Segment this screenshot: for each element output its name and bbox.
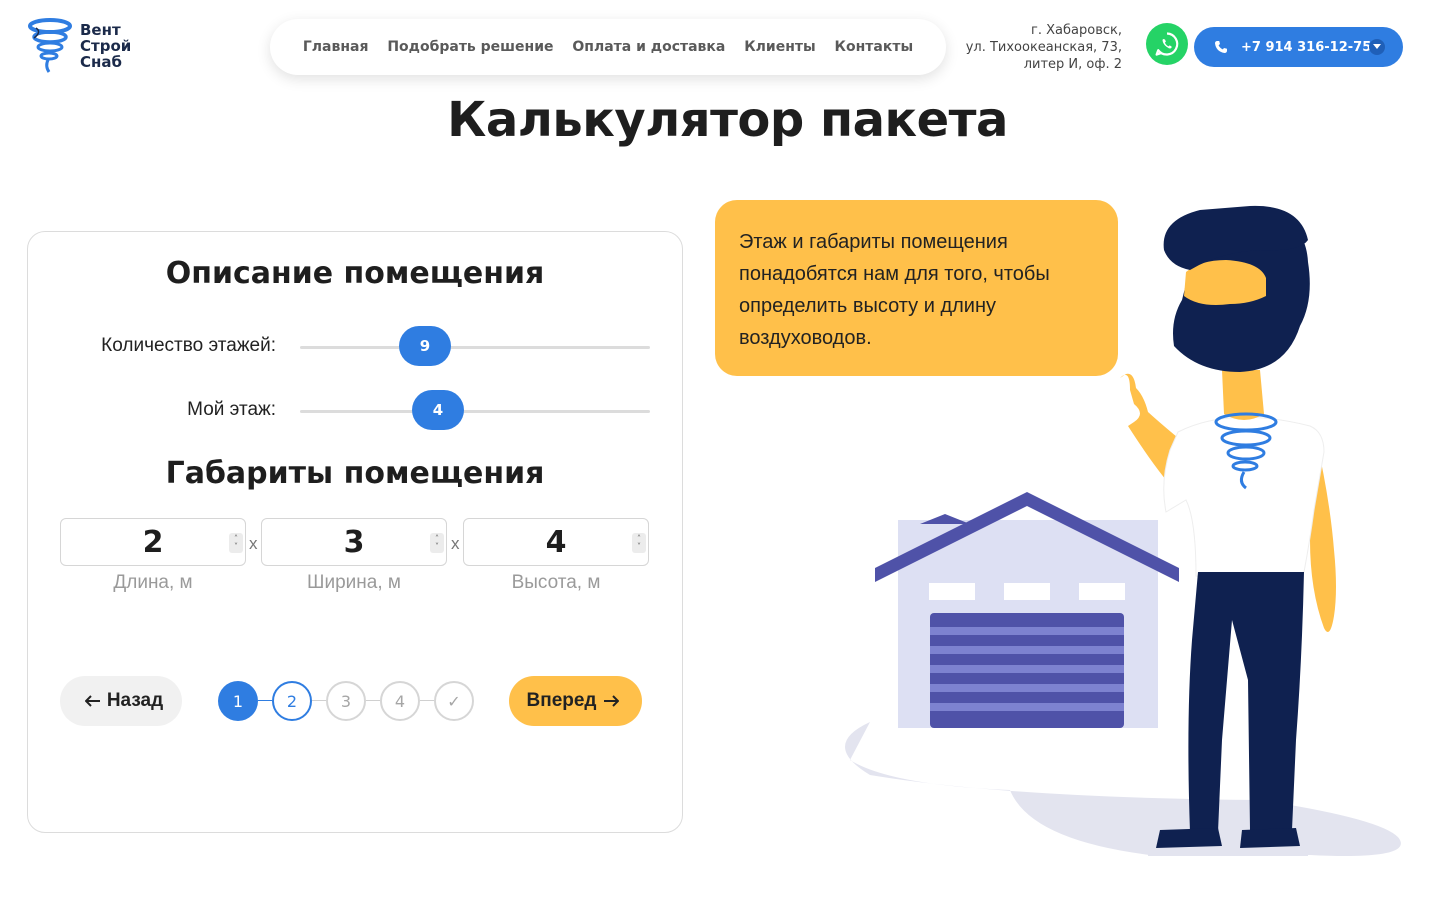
step-done-check-icon[interactable]: ✓	[434, 681, 474, 721]
phone-button[interactable]: +7 914 316-12-75	[1194, 27, 1403, 67]
height-field-group: 4 ˄ ˅ Высота, м	[463, 518, 649, 594]
step-indicator: 1 2 3 4 ✓	[218, 681, 474, 721]
next-button[interactable]: Вперед	[509, 676, 642, 726]
my-floor-slider-thumb[interactable]: 4	[412, 390, 464, 430]
address-line: литер И, оф. 2	[1023, 57, 1122, 72]
floors-slider-thumb[interactable]: 9	[399, 326, 451, 366]
nav-item-solution[interactable]: Подобрать решение	[387, 39, 553, 55]
back-button-label: Назад	[106, 690, 164, 711]
dimensions-group: 2 ˄ ˅ Длина, м x 3 ˄ ˅ Ширина, м x 4 ˄ ˅ Вы…	[60, 518, 652, 598]
calculator-card: Описание помещения Количество этажей: 9 …	[27, 231, 683, 833]
step-4[interactable]: 4	[380, 681, 420, 721]
tornado-logo-icon	[28, 18, 72, 73]
arrow-left-icon	[84, 695, 100, 707]
address-line: ул. Тихоокеанская, 73,	[965, 40, 1122, 55]
nav-item-contacts[interactable]: Контакты	[835, 39, 914, 55]
next-button-label: Вперед	[526, 690, 597, 711]
address: г. Хабаровск, ул. Тихоокеанская, 73, лит…	[966, 22, 1122, 73]
my-floor-label: Мой этаж:	[187, 399, 276, 420]
height-value: 4	[545, 524, 567, 560]
page-title: Калькулятор пакета	[447, 92, 1008, 148]
width-value: 3	[343, 524, 365, 560]
length-input[interactable]: 2 ˄ ˅	[60, 518, 246, 566]
chevron-down-icon[interactable]	[1369, 39, 1385, 55]
height-stepper[interactable]: ˄ ˅	[632, 533, 646, 553]
width-field-group: 3 ˄ ˅ Ширина, м	[261, 518, 447, 594]
step-1[interactable]: 1	[218, 681, 258, 721]
floors-label: Количество этажей:	[101, 335, 276, 356]
nav-item-clients[interactable]: Клиенты	[744, 39, 815, 55]
floors-slider-track[interactable]	[300, 346, 650, 349]
height-input[interactable]: 4 ˄ ˅	[463, 518, 649, 566]
times-separator: x	[249, 534, 258, 553]
nav-item-payment-delivery[interactable]: Оплата и доставка	[572, 39, 725, 55]
garage-house-icon	[875, 492, 1179, 728]
width-input[interactable]: 3 ˄ ˅	[261, 518, 447, 566]
logo-line: Строй	[80, 37, 132, 55]
length-caption: Длина, м	[113, 572, 193, 593]
times-separator: x	[451, 534, 460, 553]
logo[interactable]: Вент Строй Снаб	[28, 18, 158, 78]
height-caption: Высота, м	[511, 572, 601, 593]
whatsapp-icon	[1155, 32, 1179, 56]
step-3[interactable]: 3	[326, 681, 366, 721]
room-section-title: Описание помещения	[165, 256, 545, 291]
back-button[interactable]: Назад	[60, 676, 182, 726]
width-caption: Ширина, м	[307, 572, 401, 593]
my-floor-slider-row: Мой этаж: 4	[28, 390, 682, 430]
width-stepper[interactable]: ˄ ˅	[430, 533, 444, 553]
length-field-group: 2 ˄ ˅ Длина, м	[60, 518, 246, 594]
phone-icon	[1215, 41, 1227, 53]
address-line: г. Хабаровск,	[1031, 23, 1122, 38]
floors-slider-row: Количество этажей: 9	[28, 326, 682, 366]
length-value: 2	[142, 524, 164, 560]
length-stepper[interactable]: ˄ ˅	[229, 533, 243, 553]
logo-line: Вент	[80, 21, 121, 39]
phone-number: +7 914 316-12-75	[1241, 39, 1372, 55]
dims-section-title: Габариты помещения	[165, 456, 545, 491]
nav-item-home[interactable]: Главная	[303, 39, 369, 55]
my-floor-slider-track[interactable]	[300, 410, 650, 413]
main-nav: Главная Подобрать решение Оплата и доста…	[270, 19, 946, 75]
step-2[interactable]: 2	[272, 681, 312, 721]
logo-text: Вент Строй Снаб	[80, 22, 131, 70]
ground-shape	[845, 722, 1401, 856]
logo-line: Снаб	[80, 53, 122, 71]
hint-bubble: Этаж и габариты помещения понадобятся на…	[715, 200, 1118, 376]
whatsapp-button[interactable]	[1146, 23, 1188, 65]
arrow-right-icon	[603, 695, 619, 707]
